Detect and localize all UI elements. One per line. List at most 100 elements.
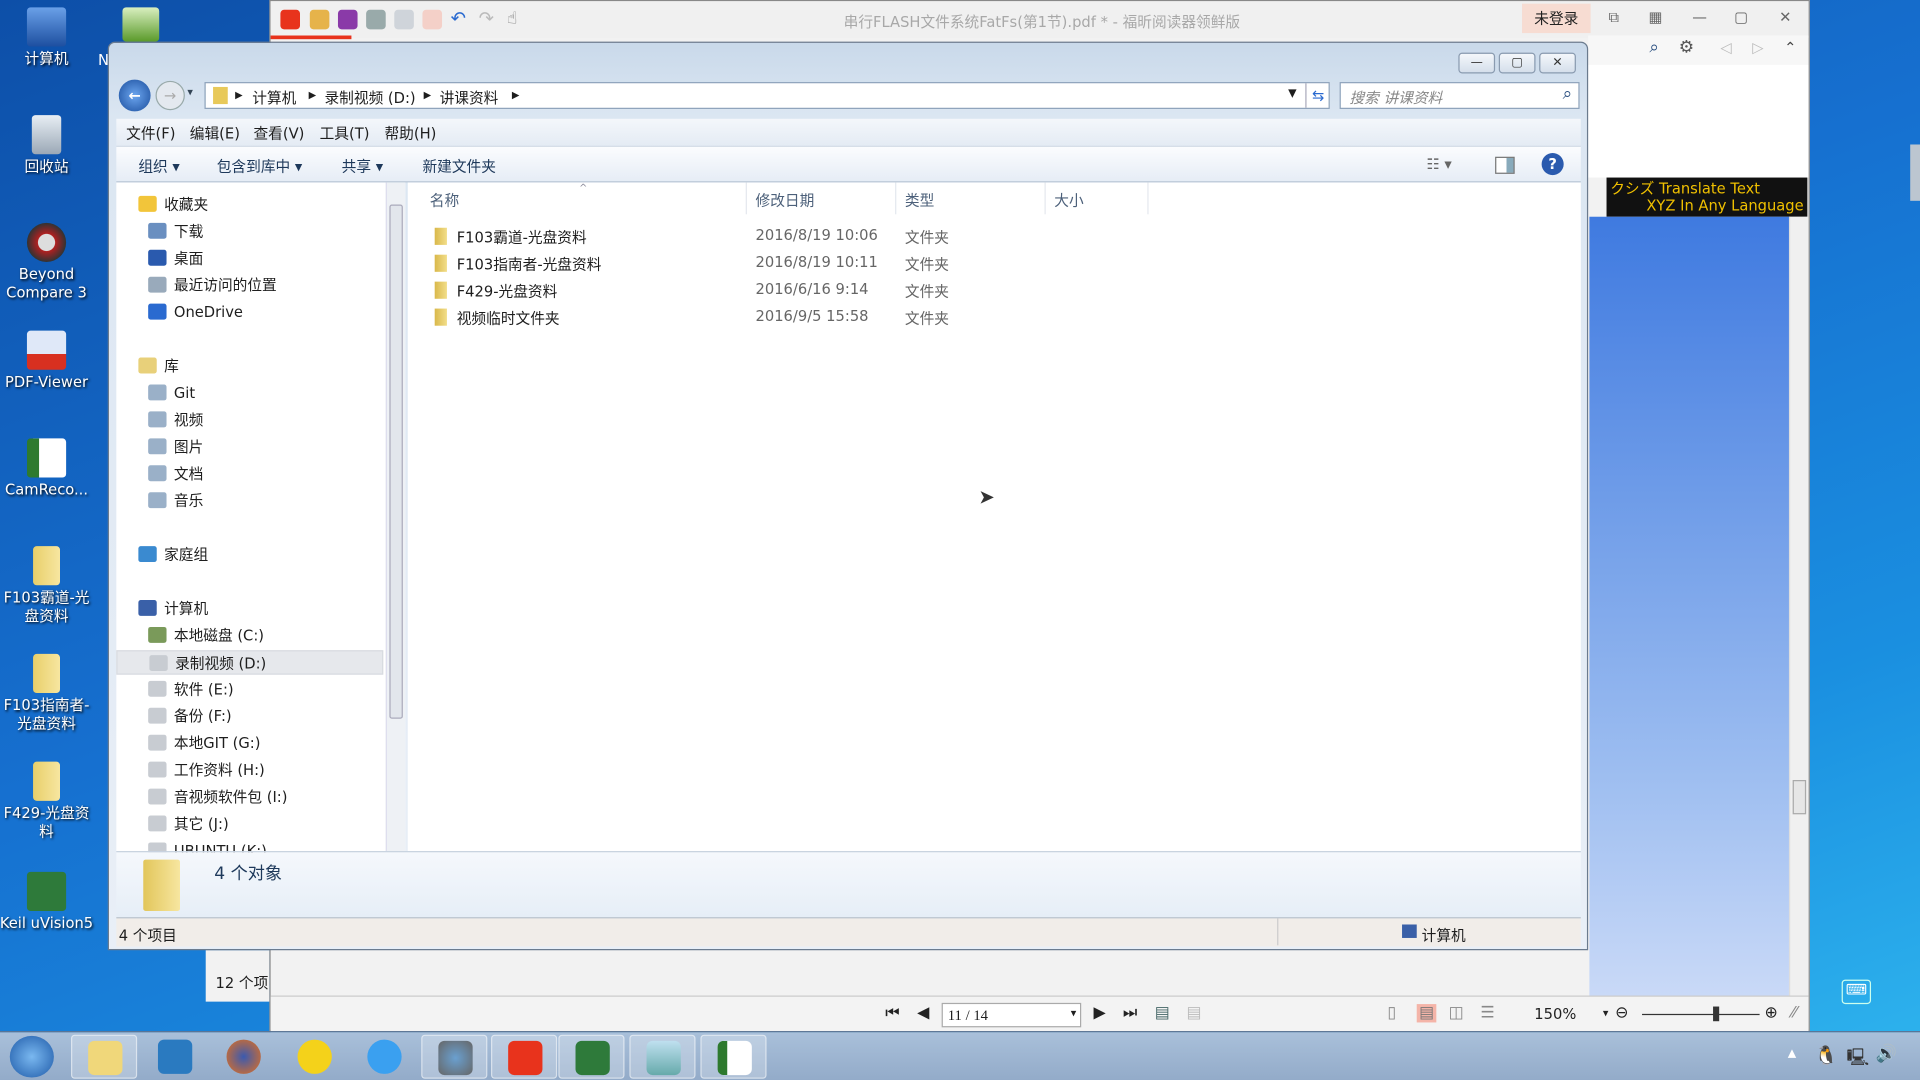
nav-item[interactable]: 图片: [148, 435, 203, 459]
desktop-icon-beyond-compare[interactable]: Beyond Compare 3: [0, 222, 96, 303]
desktop-icon-folder[interactable]: F429-光盘资料: [0, 761, 96, 842]
nav-libraries[interactable]: 库: [138, 354, 179, 378]
nav-item[interactable]: 文档: [148, 462, 203, 486]
breadcrumb-item[interactable]: 计算机: [252, 87, 296, 108]
desktop-icon-folder[interactable]: F103指南者-光盘资料: [0, 653, 96, 734]
taskbar-keil[interactable]: [558, 1034, 625, 1079]
taskbar-qqmusic[interactable]: [282, 1035, 348, 1079]
properties-icon[interactable]: [394, 9, 414, 30]
nav-drive[interactable]: 备份 (F:): [148, 704, 232, 728]
desktop-icon-camrecorder[interactable]: CamReco...: [0, 438, 96, 499]
taskbar-powershell[interactable]: [142, 1035, 208, 1079]
collapse-icon[interactable]: ⌃: [1784, 39, 1796, 56]
ribbon-icon[interactable]: ⧉: [1600, 9, 1627, 29]
maximize-button[interactable]: ▢: [1498, 52, 1536, 74]
zoom-dropdown-icon[interactable]: ▾: [1603, 1008, 1609, 1020]
back-button[interactable]: ←: [118, 79, 151, 112]
file-row[interactable]: F103指南者-光盘资料 2016/8/19 10:11 文件夹: [408, 250, 1143, 277]
recent-pages-icon[interactable]: ▾: [187, 87, 193, 99]
single-page-icon[interactable]: ▯: [1387, 1004, 1396, 1022]
desktop-icon-keil[interactable]: Keil uVision5: [0, 871, 96, 933]
breadcrumb-item[interactable]: 录制视频 (D:): [324, 87, 415, 108]
desktop-icon-pdf-viewer[interactable]: PDF-Viewer: [0, 330, 96, 392]
nav-favorites[interactable]: 收藏夹: [138, 192, 208, 216]
next-page-icon[interactable]: ▶: [1093, 1004, 1105, 1022]
desktop-icon-computer[interactable]: 计算机: [0, 7, 96, 68]
nav-drive[interactable]: 本地GIT (G:): [148, 731, 260, 755]
address-bar[interactable]: ▶ 计算机 ▶ 录制视频 (D:) ▶ 讲课资料 ▶ ▼ ⇆: [204, 82, 1330, 109]
desktop-icon-recycle-bin[interactable]: 回收站: [0, 115, 96, 176]
hand-tool-icon[interactable]: ☝: [507, 10, 527, 30]
search-input[interactable]: 搜索 讲课资料 ⌕: [1339, 82, 1580, 109]
taskbar-webcam[interactable]: [421, 1034, 488, 1079]
breadcrumb-item[interactable]: 讲课资料: [440, 87, 499, 108]
nav-homegroup[interactable]: 家庭组: [138, 542, 208, 566]
menu-view[interactable]: 查看(V): [253, 122, 304, 143]
nav-item[interactable]: 视频: [148, 408, 203, 432]
page-number-input[interactable]: 11 / 14 ▾: [941, 1002, 1082, 1028]
nav-computer[interactable]: 计算机: [138, 596, 208, 620]
nav-drive[interactable]: 工作资料 (H:): [148, 758, 265, 782]
start-button[interactable]: [9, 1035, 54, 1078]
qq-icon[interactable]: 🐧: [1815, 1044, 1838, 1066]
continuous-page-icon[interactable]: ▤: [1416, 1004, 1437, 1023]
menu-edit[interactable]: 编辑(E): [190, 122, 240, 143]
document-view[interactable]: [1589, 216, 1789, 996]
zoom-slider[interactable]: [1642, 1013, 1760, 1016]
file-row[interactable]: 视频临时文件夹 2016/9/5 15:58 文件夹: [408, 304, 1143, 331]
new-folder-button[interactable]: 新建文件夹: [422, 156, 495, 177]
minimize-button[interactable]: —: [1458, 52, 1496, 74]
next-view-icon[interactable]: ▤: [1187, 1004, 1202, 1022]
notepad-plus-icon[interactable]: [122, 7, 160, 42]
address-dropdown-icon[interactable]: ▼: [1288, 88, 1296, 100]
close-button[interactable]: ✕: [1539, 52, 1576, 74]
scroll-thumb[interactable]: [1792, 780, 1807, 815]
zoom-slider-thumb[interactable]: [1712, 1006, 1719, 1022]
taskbar-browser[interactable]: [351, 1035, 417, 1079]
taskbar-notepad[interactable]: [629, 1034, 696, 1079]
first-page-icon[interactable]: ⏮: [885, 1004, 899, 1022]
nav-item[interactable]: 音乐: [148, 489, 203, 513]
menu-tools[interactable]: 工具(T): [320, 122, 370, 143]
menu-help[interactable]: 帮助(H): [384, 122, 436, 143]
scroll-thumb[interactable]: [389, 204, 403, 719]
forward-icon[interactable]: ▷: [1752, 39, 1763, 56]
last-page-icon[interactable]: ⏭: [1123, 1004, 1137, 1022]
document-scrollbar[interactable]: [1788, 216, 1809, 996]
menu-file[interactable]: 文件(F): [126, 122, 175, 143]
previous-view-icon[interactable]: ▤: [1155, 1004, 1170, 1022]
search-icon[interactable]: ⌕: [1649, 38, 1659, 58]
login-button[interactable]: 未登录: [1522, 3, 1591, 34]
save-icon[interactable]: [337, 9, 358, 30]
nav-drive[interactable]: 软件 (E:): [148, 677, 234, 701]
nav-drive[interactable]: 其它 (J:): [148, 812, 229, 836]
volume-icon[interactable]: 🔊: [1876, 1044, 1897, 1064]
prev-page-icon[interactable]: ◀: [917, 1004, 929, 1022]
include-in-library-button[interactable]: 包含到库中 ▾: [217, 156, 303, 177]
back-icon[interactable]: ◁: [1720, 39, 1731, 56]
view-options-icon[interactable]: ☷ ▾: [1427, 156, 1452, 173]
close-button[interactable]: ✕: [1772, 9, 1799, 29]
organize-button[interactable]: 组织 ▾: [138, 156, 179, 177]
column-header-size[interactable]: 大小: [1054, 190, 1083, 211]
taskbar-explorer[interactable]: [71, 1034, 138, 1079]
file-row[interactable]: F103霸道-光盘资料 2016/8/19 10:06 文件夹: [408, 223, 1143, 250]
refresh-icon[interactable]: ⇆: [1305, 83, 1329, 108]
zoom-level[interactable]: 150%: [1534, 1005, 1576, 1022]
taskbar-foxit[interactable]: [491, 1034, 558, 1079]
facing-icon[interactable]: ◫: [1449, 1004, 1464, 1022]
gear-icon[interactable]: ⚙: [1679, 38, 1694, 58]
layout-icon[interactable]: ▦: [1642, 9, 1669, 29]
resize-grip-icon[interactable]: ⁄⁄: [1791, 1004, 1796, 1022]
column-header-name[interactable]: 名称: [430, 190, 459, 211]
nav-item[interactable]: 桌面: [148, 246, 203, 270]
zoom-out-icon[interactable]: ⊖: [1615, 1004, 1628, 1022]
minimize-button[interactable]: —: [1686, 9, 1713, 29]
translate-banner[interactable]: クシズ Translate Text XYZ In Any Language: [1606, 177, 1808, 217]
column-header-type[interactable]: 类型: [905, 190, 934, 211]
forward-button[interactable]: →: [155, 80, 185, 111]
nav-item[interactable]: 下载: [148, 219, 203, 243]
keyboard-icon[interactable]: ⌨: [1841, 979, 1872, 1005]
help-icon[interactable]: ?: [1541, 153, 1564, 176]
nav-drive[interactable]: 录制视频 (D:): [116, 650, 384, 675]
